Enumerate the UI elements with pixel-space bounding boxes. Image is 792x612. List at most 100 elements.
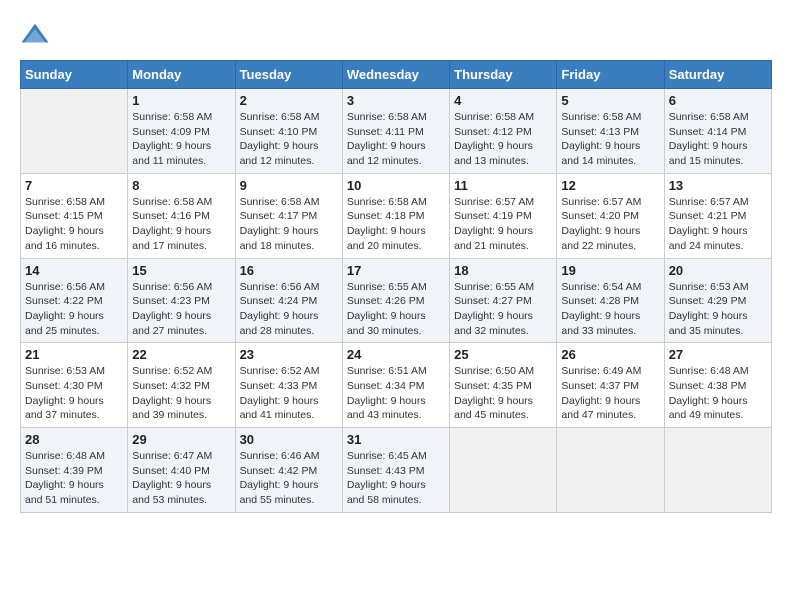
week-row-2: 7 Sunrise: 6:58 AM Sunset: 4:15 PM Dayli… [21,173,772,258]
sunset: Sunset: 4:09 PM [132,126,210,138]
daylight: Daylight: 9 hours and 22 minutes. [561,225,640,252]
sunrise: Sunrise: 6:56 AM [25,281,105,293]
day-number: 31 [347,432,445,447]
sunrise: Sunrise: 6:58 AM [132,196,212,208]
day-info: Sunrise: 6:57 AM Sunset: 4:21 PM Dayligh… [669,195,767,254]
day-info: Sunrise: 6:58 AM Sunset: 4:13 PM Dayligh… [561,110,659,169]
sunrise: Sunrise: 6:53 AM [25,365,105,377]
day-info: Sunrise: 6:50 AM Sunset: 4:35 PM Dayligh… [454,364,552,423]
day-info: Sunrise: 6:57 AM Sunset: 4:20 PM Dayligh… [561,195,659,254]
daylight: Daylight: 9 hours and 13 minutes. [454,140,533,167]
day-number: 14 [25,263,123,278]
sunrise: Sunrise: 6:55 AM [454,281,534,293]
sunrise: Sunrise: 6:58 AM [669,111,749,123]
day-info: Sunrise: 6:58 AM Sunset: 4:10 PM Dayligh… [240,110,338,169]
day-number: 26 [561,347,659,362]
logo-icon [20,20,50,50]
sunset: Sunset: 4:18 PM [347,210,425,222]
day-number: 30 [240,432,338,447]
day-info: Sunrise: 6:56 AM Sunset: 4:23 PM Dayligh… [132,280,230,339]
sunset: Sunset: 4:26 PM [347,295,425,307]
weekday-header-saturday: Saturday [664,61,771,89]
sunrise: Sunrise: 6:58 AM [132,111,212,123]
weekday-header-wednesday: Wednesday [342,61,449,89]
sunrise: Sunrise: 6:56 AM [240,281,320,293]
day-number: 27 [669,347,767,362]
day-number: 17 [347,263,445,278]
sunrise: Sunrise: 6:46 AM [240,450,320,462]
day-number: 3 [347,93,445,108]
calendar-cell: 11 Sunrise: 6:57 AM Sunset: 4:19 PM Dayl… [450,173,557,258]
daylight: Daylight: 9 hours and 11 minutes. [132,140,211,167]
sunrise: Sunrise: 6:54 AM [561,281,641,293]
day-info: Sunrise: 6:55 AM Sunset: 4:27 PM Dayligh… [454,280,552,339]
sunset: Sunset: 4:34 PM [347,380,425,392]
day-info: Sunrise: 6:49 AM Sunset: 4:37 PM Dayligh… [561,364,659,423]
sunset: Sunset: 4:19 PM [454,210,532,222]
sunrise: Sunrise: 6:57 AM [669,196,749,208]
sunrise: Sunrise: 6:55 AM [347,281,427,293]
sunrise: Sunrise: 6:58 AM [240,111,320,123]
sunset: Sunset: 4:23 PM [132,295,210,307]
day-info: Sunrise: 6:56 AM Sunset: 4:24 PM Dayligh… [240,280,338,339]
day-info: Sunrise: 6:58 AM Sunset: 4:12 PM Dayligh… [454,110,552,169]
sunrise: Sunrise: 6:58 AM [347,111,427,123]
day-info: Sunrise: 6:51 AM Sunset: 4:34 PM Dayligh… [347,364,445,423]
daylight: Daylight: 9 hours and 25 minutes. [25,310,104,337]
day-number: 9 [240,178,338,193]
daylight: Daylight: 9 hours and 12 minutes. [347,140,426,167]
day-number: 15 [132,263,230,278]
calendar-cell: 21 Sunrise: 6:53 AM Sunset: 4:30 PM Dayl… [21,343,128,428]
sunset: Sunset: 4:37 PM [561,380,639,392]
sunset: Sunset: 4:32 PM [132,380,210,392]
daylight: Daylight: 9 hours and 49 minutes. [669,395,748,422]
day-number: 10 [347,178,445,193]
sunset: Sunset: 4:16 PM [132,210,210,222]
day-info: Sunrise: 6:48 AM Sunset: 4:38 PM Dayligh… [669,364,767,423]
day-number: 29 [132,432,230,447]
calendar-cell [557,428,664,513]
day-number: 12 [561,178,659,193]
daylight: Daylight: 9 hours and 16 minutes. [25,225,104,252]
calendar-cell: 7 Sunrise: 6:58 AM Sunset: 4:15 PM Dayli… [21,173,128,258]
daylight: Daylight: 9 hours and 27 minutes. [132,310,211,337]
sunset: Sunset: 4:40 PM [132,465,210,477]
day-number: 7 [25,178,123,193]
calendar-table: SundayMondayTuesdayWednesdayThursdayFrid… [20,60,772,513]
sunset: Sunset: 4:11 PM [347,126,424,138]
calendar-cell: 19 Sunrise: 6:54 AM Sunset: 4:28 PM Dayl… [557,258,664,343]
sunrise: Sunrise: 6:45 AM [347,450,427,462]
day-number: 6 [669,93,767,108]
calendar-cell: 23 Sunrise: 6:52 AM Sunset: 4:33 PM Dayl… [235,343,342,428]
sunset: Sunset: 4:24 PM [240,295,318,307]
daylight: Daylight: 9 hours and 32 minutes. [454,310,533,337]
day-info: Sunrise: 6:45 AM Sunset: 4:43 PM Dayligh… [347,449,445,508]
day-info: Sunrise: 6:58 AM Sunset: 4:18 PM Dayligh… [347,195,445,254]
sunrise: Sunrise: 6:48 AM [669,365,749,377]
calendar-cell: 17 Sunrise: 6:55 AM Sunset: 4:26 PM Dayl… [342,258,449,343]
day-info: Sunrise: 6:55 AM Sunset: 4:26 PM Dayligh… [347,280,445,339]
calendar-cell: 18 Sunrise: 6:55 AM Sunset: 4:27 PM Dayl… [450,258,557,343]
daylight: Daylight: 9 hours and 17 minutes. [132,225,211,252]
calendar-cell: 15 Sunrise: 6:56 AM Sunset: 4:23 PM Dayl… [128,258,235,343]
calendar-cell: 25 Sunrise: 6:50 AM Sunset: 4:35 PM Dayl… [450,343,557,428]
calendar-cell [450,428,557,513]
sunset: Sunset: 4:22 PM [25,295,103,307]
day-number: 19 [561,263,659,278]
week-row-4: 21 Sunrise: 6:53 AM Sunset: 4:30 PM Dayl… [21,343,772,428]
day-info: Sunrise: 6:52 AM Sunset: 4:32 PM Dayligh… [132,364,230,423]
sunset: Sunset: 4:10 PM [240,126,318,138]
week-row-3: 14 Sunrise: 6:56 AM Sunset: 4:22 PM Dayl… [21,258,772,343]
day-number: 11 [454,178,552,193]
calendar-cell: 9 Sunrise: 6:58 AM Sunset: 4:17 PM Dayli… [235,173,342,258]
calendar-cell [664,428,771,513]
sunset: Sunset: 4:20 PM [561,210,639,222]
sunset: Sunset: 4:35 PM [454,380,532,392]
calendar-cell: 14 Sunrise: 6:56 AM Sunset: 4:22 PM Dayl… [21,258,128,343]
sunrise: Sunrise: 6:51 AM [347,365,427,377]
day-info: Sunrise: 6:58 AM Sunset: 4:14 PM Dayligh… [669,110,767,169]
calendar-cell: 30 Sunrise: 6:46 AM Sunset: 4:42 PM Dayl… [235,428,342,513]
day-info: Sunrise: 6:58 AM Sunset: 4:11 PM Dayligh… [347,110,445,169]
calendar-cell: 16 Sunrise: 6:56 AM Sunset: 4:24 PM Dayl… [235,258,342,343]
sunrise: Sunrise: 6:56 AM [132,281,212,293]
